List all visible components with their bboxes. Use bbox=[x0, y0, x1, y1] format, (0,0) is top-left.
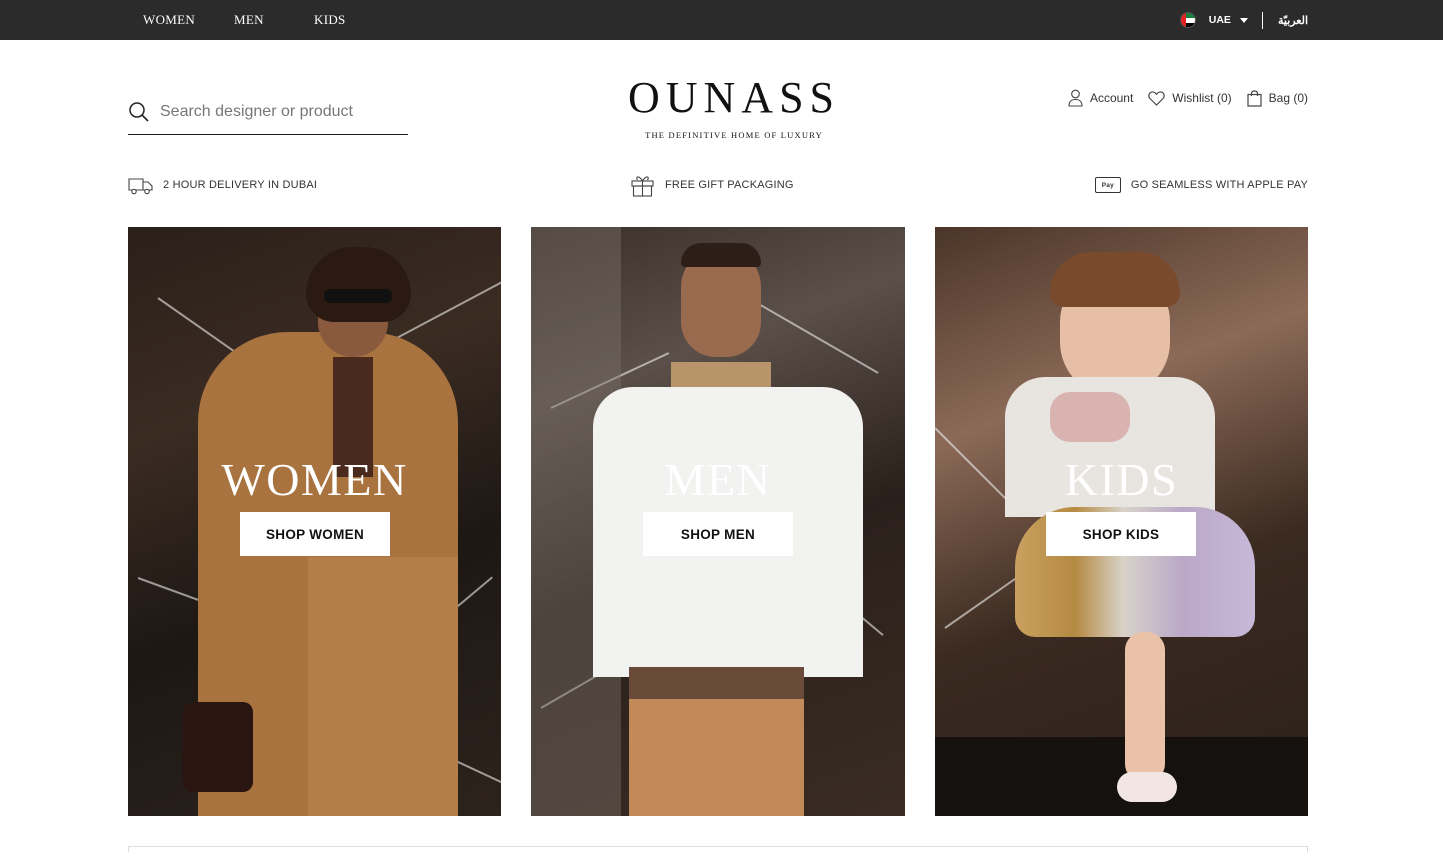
logo-tagline: THE DEFINITIVE HOME OF LUXURY bbox=[645, 130, 823, 140]
category-tile-men[interactable]: MEN SHOP MEN bbox=[531, 227, 905, 816]
bag-label: Bag (0) bbox=[1268, 91, 1308, 105]
uae-flag-icon bbox=[1179, 12, 1196, 28]
chevron-down-icon[interactable] bbox=[1239, 17, 1248, 23]
shop-kids-button[interactable]: SHOP KIDS bbox=[1046, 512, 1196, 556]
wishlist-link[interactable]: Wishlist (0) bbox=[1148, 90, 1232, 106]
search-bar bbox=[128, 97, 408, 135]
locale-selector: UAE العربيّة bbox=[1179, 0, 1308, 40]
tile-title-women: WOMEN bbox=[221, 454, 408, 505]
nav-kids-link[interactable]: KIDS bbox=[314, 12, 346, 28]
bag-link[interactable]: Bag (0) bbox=[1247, 89, 1308, 107]
search-input[interactable] bbox=[160, 101, 400, 123]
logo-wordmark: OUNASS bbox=[627, 73, 841, 122]
apple-pay-icon: Pay bbox=[1094, 177, 1121, 193]
heart-icon bbox=[1148, 90, 1166, 106]
shop-men-button[interactable]: SHOP MEN bbox=[643, 512, 793, 556]
usp-delivery-text: 2 HOUR DELIVERY IN DUBAI bbox=[163, 179, 318, 191]
nav-women-link[interactable]: WOMEN bbox=[143, 12, 234, 28]
category-tile-women[interactable]: WOMEN SHOP WOMEN bbox=[128, 227, 501, 816]
usp-applepay-text: GO SEAMLESS WITH APPLE PAY bbox=[1130, 179, 1308, 191]
top-bar: WOMEN MEN KIDS UAE العربيّة bbox=[0, 0, 1443, 40]
usp-applepay: Pay GO SEAMLESS WITH APPLE PAY bbox=[1094, 173, 1308, 197]
account-label: Account bbox=[1089, 91, 1134, 105]
usp-gift: FREE GIFT PACKAGING bbox=[630, 173, 794, 197]
user-icon bbox=[1068, 89, 1083, 107]
usp-delivery: 2 HOUR DELIVERY IN DUBAI bbox=[128, 173, 317, 197]
gift-icon bbox=[631, 176, 654, 197]
divider bbox=[1261, 11, 1263, 29]
account-links: Account Wishlist (0) Bag (0) bbox=[1053, 88, 1308, 108]
department-nav: WOMEN MEN KIDS bbox=[143, 0, 346, 40]
next-section-edge bbox=[128, 846, 1308, 852]
usp-gift-text: FREE GIFT PACKAGING bbox=[665, 179, 794, 191]
language-switch-link[interactable]: العربيّة bbox=[1278, 14, 1308, 27]
shop-women-button[interactable]: SHOP WOMEN bbox=[240, 512, 390, 556]
shopping-bag-icon bbox=[1247, 89, 1262, 107]
nav-men-link[interactable]: MEN bbox=[234, 12, 314, 28]
delivery-truck-icon bbox=[128, 177, 153, 194]
tile-title-kids: KIDS bbox=[1064, 454, 1179, 505]
wishlist-label: Wishlist (0) bbox=[1172, 91, 1232, 105]
site-logo[interactable]: OUNASS THE DEFINITIVE HOME OF LUXURY bbox=[600, 73, 868, 141]
account-link[interactable]: Account bbox=[1068, 89, 1133, 107]
country-selector[interactable]: UAE bbox=[1209, 14, 1231, 26]
tile-title-men: MEN bbox=[664, 454, 772, 505]
category-tile-kids[interactable]: KIDS SHOP KIDS bbox=[935, 227, 1308, 816]
search-icon[interactable] bbox=[128, 101, 150, 123]
